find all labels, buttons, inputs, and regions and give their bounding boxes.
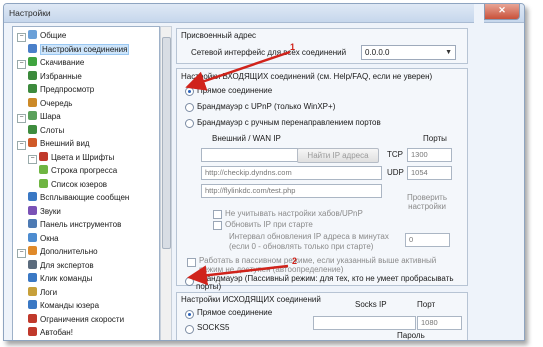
close-button[interactable]: ✕ [484, 4, 520, 20]
download-icon [28, 57, 37, 66]
speed-limit-icon [28, 313, 37, 323]
tree-item-label: Окна [40, 233, 59, 243]
tree-item-label: Для экспертов [40, 260, 94, 270]
tree-item-label: Панель инструментов [40, 220, 122, 229]
logs-icon [28, 286, 37, 296]
share-icon [28, 111, 37, 120]
tree-item-label: Скачивание [40, 58, 85, 67]
tree-scrollbar[interactable] [160, 26, 172, 340]
tree-item-label: Логи [40, 287, 58, 297]
tree-item[interactable]: Для экспертов [28, 259, 94, 272]
favorites-icon [28, 70, 37, 80]
user-commands-icon [28, 300, 37, 309]
tree-item-label: Очередь [40, 98, 73, 108]
expand-toggle[interactable]: − [17, 249, 26, 258]
tree-item-label: Избранные [40, 71, 82, 81]
tree-item[interactable]: Предпросмотр [28, 84, 94, 96]
connection-settings-panel: Присвоенный адрес Сетевой интерфейс для … [176, 28, 468, 340]
tree-item-label: Дополнительно [40, 247, 98, 256]
tree-item[interactable]: − Скачивание [17, 57, 84, 69]
tree-item[interactable]: Окна [28, 232, 59, 245]
tree-item[interactable]: Строка прогресса [39, 165, 117, 177]
tree-item-label: Цвета и Шрифты [51, 152, 115, 162]
tree-item[interactable]: − Шара [17, 111, 61, 123]
title-bar: Настройки ✕ [4, 4, 524, 23]
expand-toggle[interactable]: − [17, 33, 26, 42]
settings-window: Настройки ✕ − Общие Настройки соединения − С… [3, 3, 525, 341]
tree-item-label: Строка прогресса [51, 166, 118, 175]
tree-item[interactable]: − Цвета и Шрифты [28, 151, 115, 164]
network-icon [28, 43, 37, 53]
tree-item[interactable]: Всплывающие сообщен [28, 192, 129, 204]
tree-item[interactable]: − Общие [17, 30, 66, 42]
click-icon [28, 273, 37, 282]
preview-icon [28, 84, 37, 93]
tree-item[interactable]: Очередь [28, 97, 73, 110]
sound-icon [28, 205, 37, 215]
queue-icon [28, 97, 37, 107]
tree-item-label: Предпросмотр [40, 85, 95, 94]
tree-item[interactable]: − Дополнительно [17, 246, 98, 258]
expand-toggle[interactable]: − [17, 114, 26, 123]
tree-item[interactable]: Команды юзера [28, 300, 99, 312]
tree-item[interactable]: Ограничения скорости [28, 313, 125, 326]
colors-icon [39, 151, 48, 161]
expand-toggle[interactable]: − [17, 60, 26, 69]
annotation-arrow-2 [187, 264, 289, 286]
settings-tree[interactable]: − Общие Настройки соединения − Скачивание Изб… [12, 26, 160, 340]
tree-item[interactable]: Панель инструментов [28, 219, 121, 231]
tree-item-label: Клик команды [40, 274, 93, 283]
autoban-icon [28, 327, 37, 336]
tree-item-label: Внешний вид [40, 139, 90, 148]
tree-scroll-thumb[interactable] [162, 37, 171, 249]
tree-item[interactable]: Логи [28, 286, 58, 299]
tree-item[interactable]: Автобан! [28, 327, 73, 339]
tree-item-label: Список юзеров [51, 179, 108, 189]
tree-item-label: Автобан! [40, 328, 73, 337]
expand-toggle[interactable]: − [17, 141, 26, 150]
tree-item[interactable]: Список юзеров [39, 178, 108, 191]
tree-item[interactable]: − Внешний вид [17, 138, 90, 150]
tree-item[interactable]: Настройки соединения [28, 43, 130, 56]
tree-item[interactable]: Клик команды [28, 273, 92, 285]
tree-item[interactable]: Избранные [28, 70, 82, 83]
progress-icon [39, 165, 48, 174]
annotation-arrows [185, 50, 291, 286]
appearance-icon [28, 138, 37, 147]
gear-icon [28, 30, 37, 39]
window-title: Настройки [9, 8, 51, 18]
tree-item[interactable]: Слоты [28, 124, 65, 137]
tree-item-label: Шара [40, 112, 61, 121]
tree-item-label: Команды юзера [40, 301, 100, 310]
tree-item-label: Общие [40, 31, 67, 40]
annotation-number-2: 2 [292, 256, 298, 266]
popup-icon [28, 192, 37, 201]
windows-icon [28, 232, 37, 242]
tree-item[interactable]: Звуки [28, 205, 61, 218]
users-icon [39, 178, 48, 188]
annotation-arrow-1 [185, 50, 291, 91]
tree-item-label: Настройки соединения [40, 43, 130, 55]
experts-icon [28, 259, 37, 269]
tree-item-label: Ограничения скорости [40, 314, 125, 324]
expand-toggle[interactable]: − [28, 154, 37, 164]
window-edge [474, 4, 484, 340]
tree-item-label: Всплывающие сообщен [40, 193, 130, 202]
tree-item-label: Слоты [40, 125, 65, 135]
tree-item-label: Звуки [40, 206, 61, 216]
slots-icon [28, 124, 37, 134]
toolbar-icon [28, 219, 37, 228]
annotation-number-1: 1 [290, 42, 296, 52]
advanced-icon [28, 246, 37, 255]
